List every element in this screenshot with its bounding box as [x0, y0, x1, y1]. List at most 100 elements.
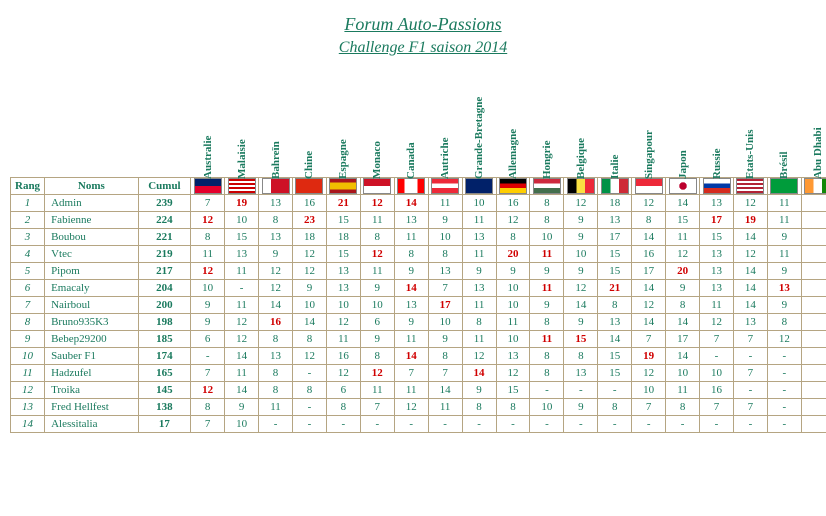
- race-header: Italie: [598, 77, 632, 178]
- cell-score: 9: [496, 263, 530, 280]
- table-row: 3Boubou221815131818811101381091714111514…: [11, 229, 826, 246]
- cell-score: 16: [700, 382, 734, 399]
- cell-score: 16: [259, 314, 293, 331]
- cell-score: 12: [564, 280, 598, 297]
- cell-score: 10: [530, 229, 564, 246]
- cell-score: 6: [360, 314, 394, 331]
- cell-score: 12: [360, 195, 394, 212]
- cell-score: 9: [530, 263, 564, 280]
- cell-score: 13: [733, 314, 767, 331]
- cell-score: 17: [666, 331, 700, 348]
- cell-score: 10: [428, 229, 462, 246]
- cell-score: 18: [326, 229, 360, 246]
- cell-score: 21: [326, 195, 360, 212]
- cell-score: 11: [360, 263, 394, 280]
- cell-score: 14: [225, 348, 259, 365]
- cell-score: 10: [496, 280, 530, 297]
- cell-score: 16: [632, 246, 666, 263]
- cell-score: 8: [259, 365, 293, 382]
- cell-score: 8: [428, 348, 462, 365]
- flag-icon: [767, 178, 801, 195]
- cell-score: 7: [733, 399, 767, 416]
- flag-icon: [564, 178, 598, 195]
- race-header: Abu Dhabi: [801, 77, 826, 178]
- cell-score: 8: [496, 399, 530, 416]
- cell-score: 8: [598, 399, 632, 416]
- cell-cumul: 224: [138, 212, 191, 229]
- cell-cumul: 138: [138, 399, 191, 416]
- cell-score: [801, 348, 826, 365]
- cell-score: 13: [259, 229, 293, 246]
- cell-score: 14: [394, 348, 428, 365]
- race-header: Japon: [666, 77, 700, 178]
- cell-score: 11: [462, 212, 496, 229]
- cell-score: 8: [496, 229, 530, 246]
- cell-score: 9: [530, 297, 564, 314]
- cell-score: 12: [496, 365, 530, 382]
- race-header: Brésil: [767, 77, 801, 178]
- cell-score: -: [292, 399, 326, 416]
- cell-score: 9: [360, 280, 394, 297]
- cell-score: 18: [292, 229, 326, 246]
- table-row: 6Emacaly20410-12913914713101112211491314…: [11, 280, 826, 297]
- cell-rank: 4: [11, 246, 45, 263]
- cell-score: 23: [292, 212, 326, 229]
- cell-score: 7: [191, 365, 225, 382]
- cell-name: Nairboul: [45, 297, 139, 314]
- cell-score: -: [360, 416, 394, 433]
- cell-name: Vtec: [45, 246, 139, 263]
- race-header: Chine: [292, 77, 326, 178]
- cell-score: [801, 229, 826, 246]
- cell-score: 16: [326, 348, 360, 365]
- cell-score: 9: [292, 280, 326, 297]
- cell-score: 13: [598, 212, 632, 229]
- flag-icon: [191, 178, 225, 195]
- cell-score: -: [394, 416, 428, 433]
- cell-score: 7: [632, 331, 666, 348]
- cell-name: Hadzufel: [45, 365, 139, 382]
- cell-score: 12: [632, 195, 666, 212]
- cell-score: 7: [733, 331, 767, 348]
- cell-score: 16: [292, 195, 326, 212]
- cell-score: -: [733, 416, 767, 433]
- cell-score: -: [767, 365, 801, 382]
- cell-score: 14: [564, 297, 598, 314]
- cell-score: 14: [292, 314, 326, 331]
- race-header: Espagne: [326, 77, 360, 178]
- cell-score: -: [292, 416, 326, 433]
- race-header: Singapour: [632, 77, 666, 178]
- cell-score: 14: [428, 382, 462, 399]
- cell-score: -: [733, 382, 767, 399]
- cell-score: 8: [428, 246, 462, 263]
- cell-score: -: [767, 382, 801, 399]
- cell-score: 8: [767, 314, 801, 331]
- cell-score: 12: [496, 212, 530, 229]
- cell-score: 11: [462, 246, 496, 263]
- table-row: 13Fred Hellfest1388911-8712118810987877-: [11, 399, 826, 416]
- cell-score: 11: [767, 195, 801, 212]
- cell-rank: 7: [11, 297, 45, 314]
- cell-score: 19: [632, 348, 666, 365]
- cell-score: [801, 263, 826, 280]
- cell-score: 10: [225, 416, 259, 433]
- cell-score: [801, 212, 826, 229]
- cell-score: [801, 399, 826, 416]
- cell-score: 13: [259, 348, 293, 365]
- cell-score: 15: [326, 212, 360, 229]
- cell-score: 11: [360, 382, 394, 399]
- flag-icon: [530, 178, 564, 195]
- cell-rank: 5: [11, 263, 45, 280]
- cell-name: Sauber F1: [45, 348, 139, 365]
- cell-score: 7: [428, 365, 462, 382]
- cell-score: -: [767, 399, 801, 416]
- cell-cumul: 239: [138, 195, 191, 212]
- cell-score: 6: [191, 331, 225, 348]
- cell-score: 14: [666, 348, 700, 365]
- cell-score: 9: [564, 229, 598, 246]
- cell-score: 10: [225, 212, 259, 229]
- race-header: Monaco: [360, 77, 394, 178]
- cell-score: 7: [700, 399, 734, 416]
- cell-score: 14: [733, 297, 767, 314]
- cell-score: -: [700, 348, 734, 365]
- cell-score: 10: [191, 280, 225, 297]
